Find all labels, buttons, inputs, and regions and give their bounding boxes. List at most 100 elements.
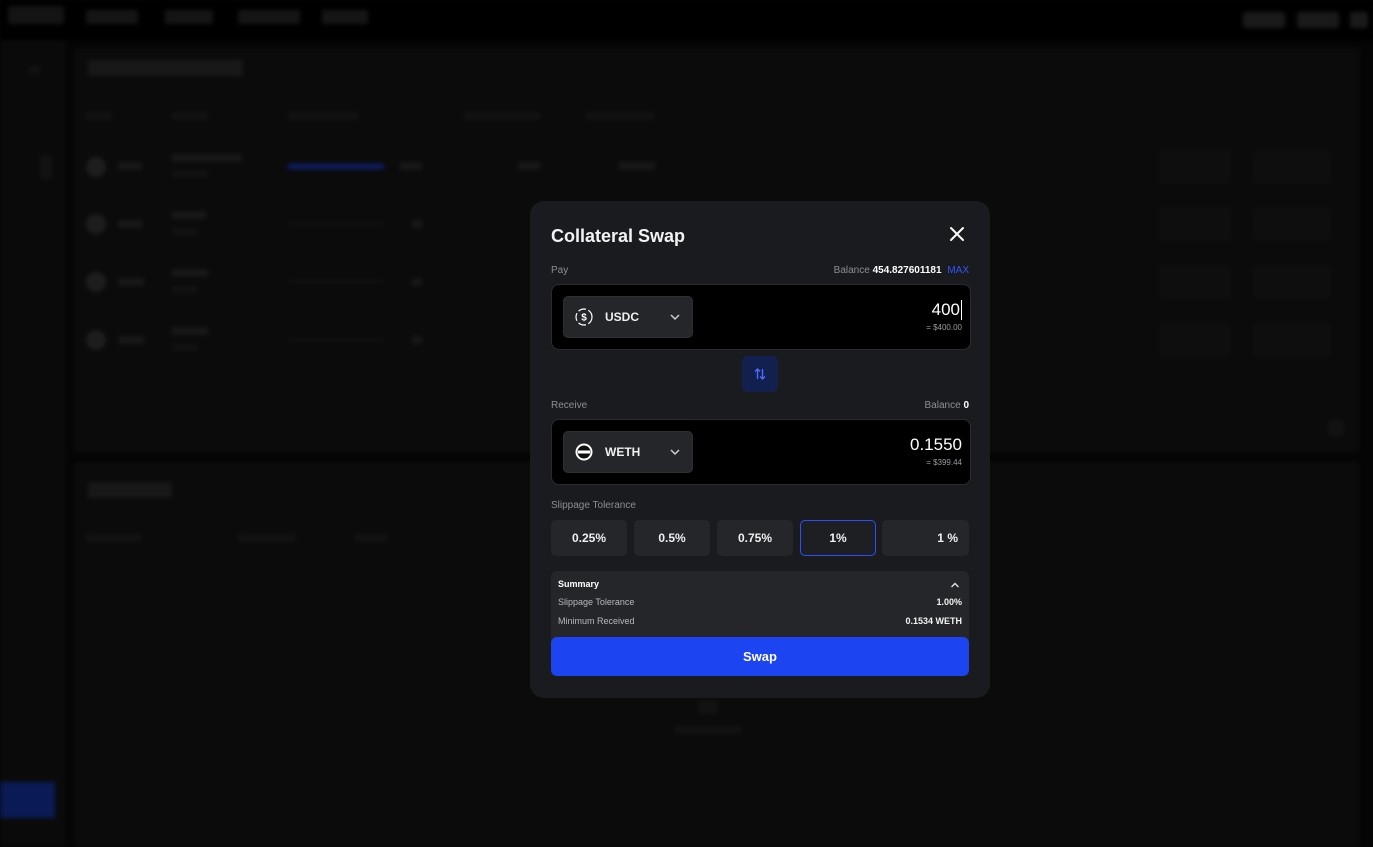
- account-value-pill: [1243, 12, 1285, 28]
- rail-marker: [40, 155, 52, 179]
- asset-icon: [86, 330, 106, 350]
- rail-action-button[interactable]: [0, 782, 55, 818]
- row-deposit-button[interactable]: [1254, 208, 1330, 240]
- receive-usd-value: = $399.44: [926, 458, 962, 467]
- receive-token-name: WETH: [605, 445, 641, 459]
- asset-icon: [86, 157, 106, 177]
- asset-balance-usd: [172, 228, 198, 235]
- collateral-weight: [518, 162, 540, 170]
- column-header: [464, 112, 540, 120]
- summary-slippage-value: 1.00%: [936, 597, 962, 607]
- receive-token-box: WETH 0.1550 = $399.44: [551, 419, 971, 485]
- usdc-icon: $: [575, 308, 593, 326]
- nav-item-refunds[interactable]: [165, 10, 213, 24]
- pay-usd-value: = $400.00: [926, 323, 962, 332]
- chevron-up-icon[interactable]: [949, 579, 961, 591]
- receive-amount: 0.1550: [910, 435, 962, 454]
- top-bar: [0, 0, 1373, 40]
- close-button[interactable]: [944, 221, 970, 247]
- logo: [8, 6, 64, 24]
- column-header: [288, 112, 358, 120]
- slippage-option-0.75[interactable]: 0.75%: [717, 520, 793, 556]
- slippage-option-0.25[interactable]: 0.25%: [551, 520, 627, 556]
- pay-balance: Balance 454.827601181 MAX: [834, 265, 969, 276]
- usage-bar: [288, 222, 384, 225]
- panel-title-placeholder: [88, 482, 172, 498]
- nav-item-trade[interactable]: [86, 10, 138, 24]
- receive-balance-label: Balance: [924, 400, 961, 411]
- receive-token-select[interactable]: WETH: [563, 431, 693, 473]
- pay-balance-label: Balance: [833, 265, 870, 276]
- panel-title-placeholder: [88, 60, 243, 76]
- chevron-down-icon: [670, 314, 680, 321]
- max-button[interactable]: MAX: [947, 265, 969, 276]
- row-swap-button[interactable]: [1160, 151, 1230, 183]
- row-deposit-button[interactable]: [1254, 266, 1330, 298]
- swap-button[interactable]: Swap: [551, 637, 969, 676]
- column-header: [86, 534, 142, 542]
- slippage-option-1[interactable]: 1%: [800, 520, 876, 556]
- empty-state-text: [674, 726, 742, 734]
- collateral-value: [619, 162, 655, 170]
- column-header: [86, 112, 112, 120]
- summary-min-received-key: Minimum Received: [558, 616, 635, 626]
- asset-name: [118, 336, 144, 344]
- row-deposit-button[interactable]: [1254, 324, 1330, 356]
- slippage-custom-unit: %: [947, 531, 958, 545]
- usage-bar: [288, 338, 384, 341]
- column-header: [172, 112, 208, 120]
- nav-item-campaigns[interactable]: [238, 10, 300, 24]
- pay-token-select[interactable]: $ USDC: [563, 296, 693, 338]
- slippage-custom-number: 1: [937, 531, 944, 545]
- slippage-custom-input[interactable]: 1 %: [882, 520, 969, 556]
- asset-icon: [86, 214, 106, 234]
- rail-collapse-icon[interactable]: [28, 66, 40, 74]
- close-icon: [950, 227, 964, 241]
- usage-bar: [288, 164, 384, 169]
- asset-balance-usd: [172, 344, 198, 351]
- summary-title: Summary: [558, 579, 600, 589]
- pay-amount-input[interactable]: 400: [932, 300, 962, 320]
- row-deposit-button[interactable]: [1254, 151, 1330, 183]
- chevron-down-icon: [670, 449, 680, 456]
- row-swap-button[interactable]: [1160, 324, 1230, 356]
- asset-name: [118, 220, 142, 228]
- asset-balance: [172, 269, 208, 277]
- receive-label: Receive: [551, 400, 588, 411]
- asset-balance: [172, 154, 242, 162]
- collateral-swap-modal: Collateral Swap Pay Balance 454.82760118…: [530, 201, 990, 698]
- usage-percent: [412, 220, 422, 228]
- summary-slippage-key: Slippage Tolerance: [558, 597, 635, 607]
- slippage-label: Slippage Tolerance: [551, 500, 636, 511]
- summary-panel: Summary Slippage Tolerance 1.00% Minimum…: [551, 571, 969, 641]
- usage-percent: [412, 336, 422, 344]
- row-swap-button[interactable]: [1160, 266, 1230, 298]
- column-header: [238, 534, 296, 542]
- asset-balance-usd: [172, 170, 208, 177]
- pay-token-name: USDC: [605, 310, 640, 324]
- pay-token-box: $ USDC 400 = $400.00: [551, 284, 971, 350]
- asset-balance-usd: [172, 286, 198, 293]
- pay-label: Pay: [551, 265, 569, 276]
- swap-arrows-icon: [754, 368, 766, 380]
- empty-state-icon: [698, 700, 718, 714]
- asset-icon: [86, 272, 106, 292]
- nav-item-more[interactable]: [322, 10, 368, 24]
- asset-balance: [172, 327, 208, 335]
- asset-balance: [172, 211, 206, 219]
- pay-balance-value: 454.827601181: [872, 265, 942, 276]
- settings-button[interactable]: [1350, 12, 1368, 28]
- left-rail: [0, 40, 66, 847]
- row-swap-button[interactable]: [1160, 208, 1230, 240]
- modal-title: Collateral Swap: [551, 226, 686, 246]
- usage-bar: [288, 280, 384, 283]
- asset-name: [118, 278, 144, 286]
- receive-balance-value: 0: [963, 400, 969, 411]
- slippage-option-0.5[interactable]: 0.5%: [634, 520, 710, 556]
- refresh-icon[interactable]: [1328, 420, 1344, 436]
- column-header: [354, 534, 388, 542]
- weth-icon: [575, 443, 593, 461]
- switch-direction-button[interactable]: [742, 356, 778, 392]
- svg-text:$: $: [581, 313, 587, 324]
- usage-percent: [400, 162, 422, 170]
